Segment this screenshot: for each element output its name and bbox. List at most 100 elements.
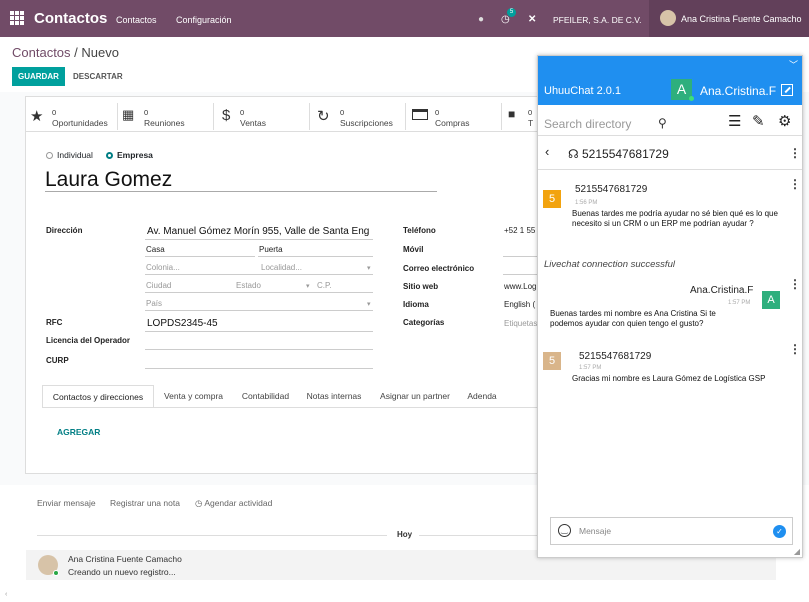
tab-adenda[interactable]: Adenda bbox=[462, 385, 502, 407]
breadcrumb-parent[interactable]: Contactos bbox=[12, 45, 71, 60]
message-menu-icon[interactable]: ⋮ bbox=[789, 177, 801, 191]
categorias-label: Categorías bbox=[403, 318, 445, 327]
conversation-divider bbox=[538, 169, 802, 170]
chat-user-name[interactable]: Ana.Cristina.F bbox=[700, 84, 776, 98]
smart-button-oportunidades[interactable]: ★ 0 Oportunidades bbox=[26, 103, 118, 130]
user-menu[interactable]: Ana Cristina Fuente Camacho bbox=[649, 0, 809, 37]
ciudad-underline bbox=[145, 292, 373, 293]
idioma-select[interactable]: English ( bbox=[504, 300, 535, 309]
categorias-input[interactable]: Etiquetas bbox=[504, 319, 537, 328]
refresh-icon: ↻ bbox=[317, 108, 330, 125]
schedule-activity-button[interactable]: ◷ Agendar actividad bbox=[195, 498, 272, 509]
ciudad-input[interactable]: Ciudad bbox=[146, 281, 171, 290]
resize-grip-icon[interactable]: ◢ bbox=[794, 547, 800, 556]
activity-clock-icon[interactable]: ◷ 5 bbox=[501, 8, 516, 25]
partner-name-input[interactable]: Laura Gomez bbox=[45, 168, 172, 192]
company-switcher[interactable]: PFEILER, S.A. DE C.V. bbox=[553, 15, 642, 25]
pais-select[interactable]: País bbox=[146, 299, 162, 308]
message-text: Buenas tardes me podría ayudar no sé bie… bbox=[572, 209, 778, 228]
movil-input[interactable] bbox=[503, 256, 537, 257]
puerta-input[interactable]: Puerta bbox=[259, 245, 283, 254]
chevron-down-icon: ▾ bbox=[367, 301, 371, 308]
conversation-title: ☊ 5215547681729 bbox=[568, 147, 669, 161]
message-author[interactable]: Ana Cristina Fuente Camacho bbox=[68, 554, 182, 564]
menu-lines-icon[interactable]: ☰ bbox=[728, 112, 741, 130]
smart-label: Suscripciones bbox=[340, 118, 393, 128]
smart-label: T bbox=[528, 118, 534, 128]
menu-configuracion[interactable]: Configuración bbox=[176, 15, 232, 25]
tab-contactos-direcciones[interactable]: Contactos y direcciones bbox=[42, 385, 154, 407]
cp-input[interactable]: C.P. bbox=[317, 281, 332, 290]
telefono-label: Teléfono bbox=[403, 226, 436, 235]
save-button[interactable]: GUARDAR bbox=[12, 67, 65, 86]
popout-icon[interactable] bbox=[781, 84, 793, 96]
discard-button[interactable]: DESCARTAR bbox=[73, 72, 123, 81]
street-input[interactable]: Av. Manuel Gómez Morín 955, Valle de San… bbox=[147, 226, 369, 237]
compose-icon[interactable]: ✎ bbox=[752, 112, 765, 130]
radio-individual[interactable]: Individual bbox=[46, 150, 93, 160]
smart-button-ventas[interactable]: $ 0 Ventas bbox=[214, 103, 310, 130]
add-button[interactable]: AGREGAR bbox=[57, 427, 100, 437]
conversation-number: 5215547681729 bbox=[582, 147, 669, 161]
scroll-left-icon[interactable]: ‹ bbox=[5, 591, 7, 598]
calendar-icon: ▦ bbox=[122, 107, 135, 122]
breadcrumb: Contactos / Nuevo bbox=[12, 45, 119, 60]
message-time: 1:57 PM bbox=[579, 365, 602, 371]
search-icon[interactable]: ⚲ bbox=[658, 116, 667, 130]
online-status-icon bbox=[53, 570, 59, 576]
rfc-input[interactable]: LOPDS2345-45 bbox=[147, 318, 218, 329]
licencia-input[interactable] bbox=[145, 349, 373, 350]
tab-asignar-partner[interactable]: Asignar un partner bbox=[370, 385, 460, 407]
casa-input[interactable]: Casa bbox=[146, 245, 165, 254]
tab-venta-compra[interactable]: Venta y compra bbox=[156, 385, 231, 407]
colonia-input[interactable]: Colonia... bbox=[146, 263, 180, 272]
send-message-button[interactable]: Enviar mensaje bbox=[37, 498, 96, 508]
message-menu-icon[interactable]: ⋮ bbox=[789, 277, 801, 291]
credit-card-icon bbox=[412, 109, 428, 120]
localidad-select[interactable]: Localidad... bbox=[261, 263, 302, 272]
chat-bubble-icon[interactable]: ● bbox=[478, 14, 484, 25]
radio-empresa[interactable]: Empresa bbox=[106, 150, 153, 160]
conversation-menu-icon[interactable]: ⋮ bbox=[789, 146, 801, 160]
radio-label: Individual bbox=[57, 150, 93, 160]
debug-tools-icon[interactable]: ✕ bbox=[528, 14, 536, 25]
search-directory-input[interactable]: Search directory bbox=[544, 117, 631, 131]
licencia-label: Licencia del Operador bbox=[46, 336, 131, 345]
minimize-chevron-icon[interactable]: ﹀ bbox=[789, 58, 798, 71]
message-time: 1:57 PM bbox=[728, 300, 751, 306]
online-status-icon bbox=[689, 96, 694, 101]
sender-avatar: A bbox=[762, 291, 780, 309]
street-underline bbox=[145, 239, 373, 240]
back-chevron-icon[interactable]: ‹ bbox=[545, 144, 549, 159]
message-menu-icon[interactable]: ⋮ bbox=[789, 342, 801, 356]
smart-button-suscripciones[interactable]: ↻ 0 Suscripciones bbox=[310, 103, 406, 130]
tab-contabilidad[interactable]: Contabilidad bbox=[233, 385, 298, 407]
email-input[interactable] bbox=[503, 274, 537, 275]
menu-contactos[interactable]: Contactos bbox=[116, 15, 157, 25]
telefono-input[interactable]: +52 1 55 bbox=[504, 226, 535, 235]
message-input[interactable]: ‿ Mensaje ✓ bbox=[550, 517, 793, 545]
send-check-icon[interactable]: ✓ bbox=[773, 525, 786, 538]
estado-select[interactable]: Estado bbox=[236, 281, 261, 290]
rfc-label: RFC bbox=[46, 318, 63, 327]
dollar-icon: $ bbox=[222, 107, 231, 124]
website-input[interactable]: www.Log bbox=[504, 282, 536, 291]
tab-notas-internas[interactable]: Notas internas bbox=[300, 385, 368, 407]
curp-input[interactable] bbox=[145, 368, 373, 369]
message-sender: Ana.Cristina.F bbox=[690, 285, 754, 296]
apps-menu-icon[interactable] bbox=[10, 11, 24, 25]
sender-avatar: 5 bbox=[543, 190, 561, 208]
search-divider bbox=[538, 135, 802, 136]
log-note-button[interactable]: Registrar una nota bbox=[110, 498, 180, 508]
emoji-icon[interactable]: ‿ bbox=[558, 524, 571, 537]
chat-title: UhuuChat 2.0.1 bbox=[544, 85, 622, 97]
smart-button-compras[interactable]: 0 Compras bbox=[406, 103, 502, 130]
message-text: Gracias mi nombre es Laura Gómez de Logí… bbox=[572, 374, 766, 383]
smart-button-truck[interactable]: ■ 0 T bbox=[502, 103, 538, 130]
smart-button-reuniones[interactable]: ▦ 0 Reuniones bbox=[118, 103, 214, 130]
headset-icon: ☊ bbox=[568, 147, 582, 161]
app-name[interactable]: Contactos bbox=[34, 10, 107, 27]
gear-icon[interactable]: ⚙ bbox=[778, 112, 791, 130]
website-label: Sitio web bbox=[403, 282, 439, 291]
date-divider-right bbox=[419, 535, 539, 536]
